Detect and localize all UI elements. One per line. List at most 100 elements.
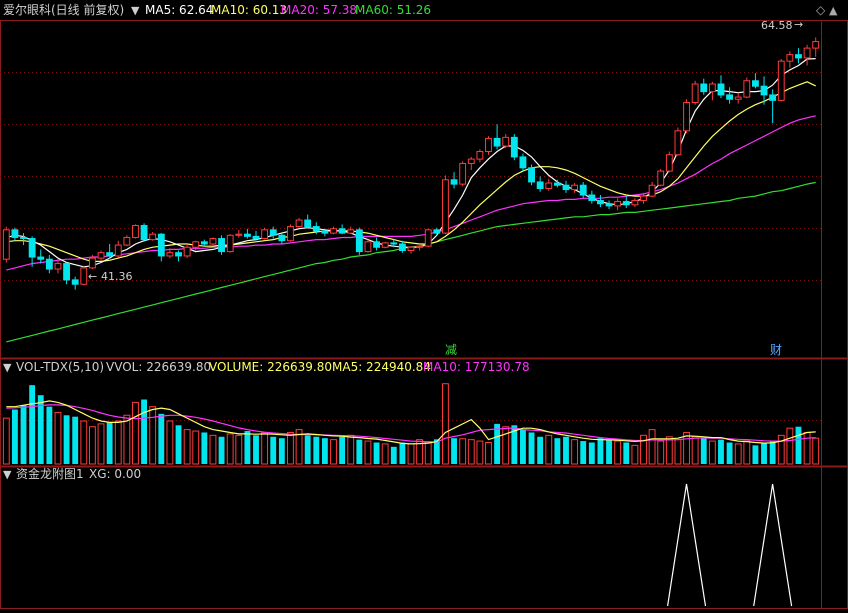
volume-bar-up (648, 429, 656, 465)
volume-bar-up (80, 420, 88, 465)
volume-bar-down (700, 438, 707, 464)
volume-bar-up (226, 433, 234, 465)
ma60-line (6, 181, 816, 343)
volume-bar-down (356, 439, 363, 464)
volume-bar-down (752, 445, 759, 464)
stock-chart[interactable]: 爱尔眼科(日线 前复权) ▼ MA5: 62.64 MA10: 60.13 MA… (0, 0, 848, 609)
candle-body-up (786, 54, 794, 62)
candle-body-up (476, 150, 484, 160)
volume-bar-up (364, 440, 372, 465)
candle-body-up (812, 41, 820, 49)
candle-body-up (226, 234, 234, 253)
volume-indicator-name: VOL-TDX(5,10) (16, 360, 104, 374)
candle (665, 151, 673, 173)
volume-bar-down (29, 385, 36, 464)
candle (536, 176, 544, 192)
volume-bar-down (528, 432, 535, 464)
xg-legend: XG: 0.00 (89, 467, 141, 481)
candle-body-up (648, 184, 656, 197)
candle (20, 233, 27, 246)
signal-panel-dropdown-icon[interactable]: ▼ (3, 468, 12, 481)
candle-body-up (132, 224, 139, 238)
price-low-label: 41.36 (101, 270, 133, 283)
ma60-legend: MA60: 51.26 (355, 3, 431, 17)
candle (528, 164, 535, 186)
volume-bar-down (106, 422, 113, 464)
candle-body-down (700, 83, 708, 93)
candle-body-down (579, 184, 587, 196)
volume-bar-down (563, 436, 569, 464)
event-tag-jian[interactable]: 减 (445, 343, 457, 357)
candle (769, 89, 777, 124)
vvol-legend: VVOL: 226639.80 (106, 360, 211, 374)
price-high-arrow: → (794, 18, 803, 31)
candle-body-up (502, 136, 510, 147)
ma60-path (6, 181, 816, 343)
candle-body-down (562, 184, 570, 191)
volume-bar-down (451, 438, 457, 464)
candle-body-down (510, 136, 518, 158)
volume-bar-down (46, 406, 53, 464)
candle (562, 180, 570, 193)
candle-body-down (588, 194, 596, 201)
volume-panel-dropdown-icon[interactable]: ▼ (3, 361, 12, 374)
ma10-path (6, 81, 816, 262)
chart-stage: 爱尔眼科(日线 前复权) ▼ MA5: 62.64 MA10: 60.13 MA… (0, 0, 848, 609)
candle (304, 214, 312, 229)
candle-body-down (751, 80, 759, 87)
candle-body-down (157, 233, 165, 257)
price-high-label: 64.58 (761, 19, 793, 32)
candle (614, 198, 622, 211)
volume-bar-up (614, 440, 622, 465)
volume-bar-up (88, 426, 96, 465)
candle-body-up (97, 252, 105, 259)
candle (622, 195, 630, 209)
candle-body-down (760, 85, 768, 96)
candle-body-down (373, 241, 380, 248)
candle-body-up (674, 130, 682, 156)
expand-arrow-icon[interactable]: ▲ (829, 4, 838, 17)
candle (493, 124, 501, 150)
volume-bar-up (777, 434, 785, 465)
volume-bar-down (201, 432, 208, 464)
ma20-legend: MA20: 57.38 (281, 3, 357, 17)
candle (786, 51, 794, 68)
diamond-icon[interactable]: ◇ (816, 3, 826, 17)
candle-body-up (777, 60, 785, 101)
signal-indicator-name: 资金龙附图1 (16, 466, 84, 481)
volume-bar-up (166, 420, 174, 465)
volume-bar-down (588, 442, 595, 464)
volume-bar-up (132, 401, 139, 465)
volume-ma10-legend: MA10: 177130.78 (423, 360, 530, 374)
candle-body-up (657, 170, 665, 186)
candle (373, 237, 380, 251)
candle (510, 134, 518, 161)
candle-body-up (459, 162, 467, 185)
candle (588, 190, 596, 204)
candle-body-down (20, 236, 27, 240)
candle (519, 153, 527, 172)
volume-bar-down (769, 441, 776, 464)
candle (545, 178, 553, 191)
candle (631, 198, 639, 207)
volume-bar-down (606, 439, 612, 464)
candle (338, 224, 346, 235)
candle-body-down (218, 238, 225, 253)
event-tag-cai[interactable]: 财 (770, 343, 782, 357)
candle (347, 226, 355, 235)
candle (330, 226, 337, 235)
volume-bar-up (209, 434, 217, 465)
candle (183, 243, 191, 259)
candle-body-down (200, 241, 208, 245)
candle-body-up (467, 158, 475, 164)
candle (123, 235, 131, 247)
candle (71, 276, 79, 290)
candle (674, 127, 682, 156)
header-dropdown-icon[interactable]: ▼ (131, 4, 140, 17)
candle-body-up (88, 257, 96, 269)
candle-body-up (665, 154, 673, 172)
candle-body-up (114, 244, 122, 257)
candle (243, 228, 251, 239)
candle (226, 234, 234, 253)
candle (218, 235, 225, 255)
